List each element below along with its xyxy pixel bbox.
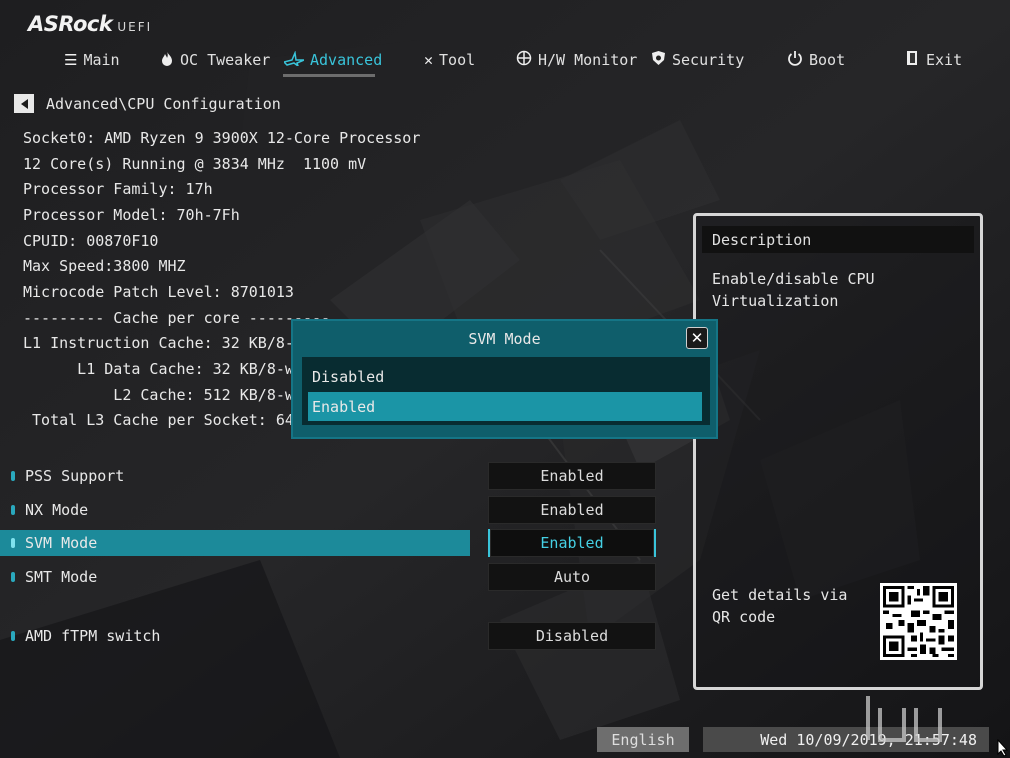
info-line: Socket0: AMD Ryzen 9 3900X 12-Core Proce… bbox=[23, 129, 421, 147]
active-tab-indicator bbox=[283, 74, 375, 77]
popup-option-enabled[interactable]: Enabled bbox=[308, 392, 702, 421]
setting-value-amd-ftpm-switch[interactable]: Disabled bbox=[488, 622, 656, 650]
exit-icon bbox=[906, 50, 920, 70]
setting-label: PSS Support bbox=[25, 467, 125, 485]
setting-label: AMD fTPM switch bbox=[25, 627, 161, 645]
tab-exit[interactable]: Exit bbox=[906, 44, 962, 76]
bullet-icon bbox=[11, 505, 15, 515]
watermark-logo bbox=[866, 696, 942, 742]
main-tabs: ☰ Main OC Tweaker Advanced ✕ Tool H/W Mo… bbox=[0, 44, 1010, 78]
tools-icon: ✕ bbox=[424, 51, 434, 69]
setting-value-svm-mode[interactable]: Enabled bbox=[488, 529, 656, 557]
qr-caption: Get details via QR code bbox=[712, 586, 848, 626]
info-line: Processor Model: 70h-7Fh bbox=[23, 206, 240, 224]
tab-boot[interactable]: Boot bbox=[787, 44, 845, 76]
tab-main[interactable]: ☰ Main bbox=[64, 44, 120, 76]
crosshair-icon bbox=[516, 50, 532, 70]
info-line: L1 Instruction Cache: 32 KB/8-way bbox=[23, 334, 322, 352]
breadcrumb: Advanced\CPU Configuration bbox=[14, 94, 281, 113]
info-line: L1 Data Cache: 32 KB/8-way bbox=[23, 360, 312, 378]
qr-code-icon bbox=[880, 583, 957, 660]
language-button[interactable]: English bbox=[597, 727, 689, 752]
tab-tool[interactable]: ✕ Tool bbox=[424, 44, 475, 76]
info-line: 12 Core(s) Running @ 3834 MHz 1100 mV bbox=[23, 155, 367, 173]
setting-label: SMT Mode bbox=[25, 568, 98, 586]
popup-option-list: Disabled Enabled bbox=[302, 357, 710, 425]
popup-title: SVM Mode bbox=[468, 330, 541, 348]
setting-label: SVM Mode bbox=[25, 534, 98, 552]
svm-mode-popup: SVM Mode ✕ Disabled Enabled bbox=[291, 319, 718, 439]
info-line: Max Speed:3800 MHZ bbox=[23, 257, 186, 275]
setting-nx-mode[interactable]: NX Mode bbox=[0, 497, 470, 523]
tab-security-label: Security bbox=[672, 51, 745, 69]
setting-value-nx-mode[interactable]: Enabled bbox=[488, 496, 656, 524]
bullet-icon bbox=[11, 572, 15, 582]
tab-advanced[interactable]: Advanced bbox=[282, 44, 383, 76]
tab-main-label: Main bbox=[83, 51, 120, 69]
info-line: Microcode Patch Level: 8701013 bbox=[23, 283, 294, 301]
flame-icon bbox=[160, 51, 174, 70]
info-line: CPUID: 00870F10 bbox=[23, 232, 159, 250]
brand-sub: UEFI bbox=[117, 20, 153, 34]
setting-label: NX Mode bbox=[25, 501, 89, 519]
tab-boot-label: Boot bbox=[809, 51, 846, 69]
tab-hw-monitor-label: H/W Monitor bbox=[538, 51, 638, 69]
brand-name: ASRock bbox=[28, 12, 113, 36]
setting-amd-ftpm-switch[interactable]: AMD fTPM switch bbox=[0, 623, 470, 649]
tab-oc-tweaker-label: OC Tweaker bbox=[180, 51, 271, 69]
info-line: Total L3 Cache per Socket: 64 MB bbox=[23, 411, 322, 429]
setting-smt-mode[interactable]: SMT Mode bbox=[0, 564, 470, 590]
mouse-cursor-icon bbox=[997, 739, 1009, 757]
description-title: Description bbox=[702, 226, 974, 253]
setting-value-smt-mode[interactable]: Auto bbox=[488, 563, 656, 591]
bullet-icon bbox=[11, 538, 15, 548]
tab-advanced-label: Advanced bbox=[310, 51, 383, 69]
info-line: L2 Cache: 512 KB/8-way bbox=[23, 386, 312, 404]
tab-oc-tweaker[interactable]: OC Tweaker bbox=[160, 44, 270, 76]
tab-security[interactable]: Security bbox=[651, 44, 744, 76]
power-icon bbox=[787, 50, 803, 70]
back-button[interactable] bbox=[14, 94, 34, 113]
popup-option-disabled[interactable]: Disabled bbox=[308, 362, 702, 391]
setting-value-pss-support[interactable]: Enabled bbox=[488, 462, 656, 490]
setting-pss-support[interactable]: PSS Support bbox=[0, 463, 470, 489]
shield-icon bbox=[651, 50, 666, 70]
breadcrumb-path: Advanced\CPU Configuration bbox=[46, 94, 281, 113]
tab-tool-label: Tool bbox=[439, 51, 476, 69]
close-button[interactable]: ✕ bbox=[686, 327, 708, 349]
close-icon: ✕ bbox=[690, 329, 704, 347]
description-text: Enable/disable CPU Virtualization bbox=[712, 270, 875, 310]
star-icon bbox=[282, 49, 305, 70]
info-line: --------- Cache per core --------- bbox=[23, 309, 331, 327]
info-line: Processor Family: 17h bbox=[23, 180, 213, 198]
tab-exit-label: Exit bbox=[926, 51, 963, 69]
tab-hw-monitor[interactable]: H/W Monitor bbox=[516, 44, 637, 76]
bullet-icon bbox=[11, 631, 15, 641]
setting-svm-mode[interactable]: SVM Mode bbox=[0, 530, 470, 556]
description-panel: Description Enable/disable CPU Virtualiz… bbox=[693, 213, 983, 690]
bullet-icon bbox=[11, 471, 15, 481]
back-arrow-icon bbox=[20, 98, 28, 109]
list-icon: ☰ bbox=[64, 51, 78, 69]
asrock-logo: ASRock UEFI bbox=[28, 10, 152, 36]
